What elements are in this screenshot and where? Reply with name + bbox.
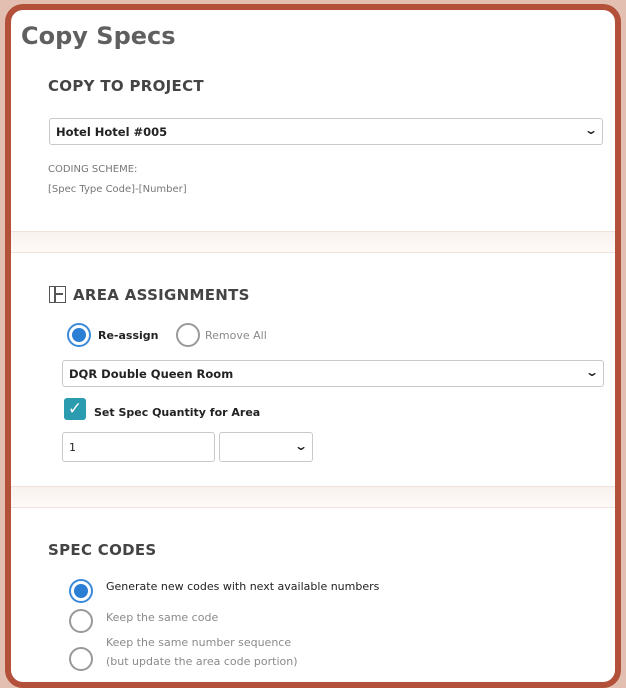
unit-select[interactable]: ⌄ bbox=[219, 432, 313, 462]
set-quantity-label: Set Spec Quantity for Area bbox=[94, 406, 261, 419]
project-select-value: Hotel Hotel #005 bbox=[56, 125, 168, 139]
quantity-input[interactable]: 1 bbox=[62, 432, 215, 462]
reassign-radio[interactable] bbox=[67, 323, 91, 347]
quantity-value: 1 bbox=[69, 441, 76, 454]
chevron-down-icon: ⌄ bbox=[584, 365, 600, 379]
keep-same-code-label: Keep the same code bbox=[106, 611, 219, 624]
spec-codes-heading: SPEC CODES bbox=[48, 541, 157, 559]
dialog-title: Copy Specs bbox=[21, 22, 176, 50]
set-quantity-checkbox[interactable]: ✓ bbox=[64, 398, 86, 420]
keep-same-code-radio[interactable] bbox=[69, 609, 93, 633]
remove-all-radio[interactable] bbox=[176, 323, 200, 347]
generate-new-codes-radio[interactable] bbox=[69, 579, 93, 603]
reassign-label: Re-assign bbox=[98, 329, 159, 342]
chevron-down-icon: ⌄ bbox=[293, 439, 309, 453]
copy-to-project-heading: COPY TO PROJECT bbox=[48, 77, 204, 95]
check-icon: ✓ bbox=[67, 399, 83, 419]
keep-number-sequence-sublabel: (but update the area code portion) bbox=[106, 655, 298, 668]
area-layout-icon bbox=[49, 286, 66, 303]
remove-all-label: Remove All bbox=[205, 329, 267, 342]
area-select[interactable]: DQR Double Queen Room ⌄ bbox=[62, 360, 604, 387]
project-select[interactable]: Hotel Hotel #005 ⌄ bbox=[49, 118, 603, 145]
area-select-value: DQR Double Queen Room bbox=[69, 367, 234, 381]
keep-number-sequence-label: Keep the same number sequence bbox=[106, 636, 292, 649]
coding-scheme-label: CODING SCHEME: bbox=[48, 164, 138, 175]
section-divider bbox=[11, 231, 615, 253]
area-assignments-heading: AREA ASSIGNMENTS bbox=[73, 286, 250, 304]
generate-new-codes-label: Generate new codes with next available n… bbox=[106, 580, 380, 593]
copy-specs-dialog: Copy Specs COPY TO PROJECT Hotel Hotel #… bbox=[5, 4, 621, 688]
chevron-down-icon: ⌄ bbox=[583, 123, 599, 137]
keep-number-sequence-radio[interactable] bbox=[69, 647, 93, 671]
section-divider bbox=[11, 486, 615, 508]
coding-scheme-value: [Spec Type Code]-[Number] bbox=[48, 184, 187, 195]
